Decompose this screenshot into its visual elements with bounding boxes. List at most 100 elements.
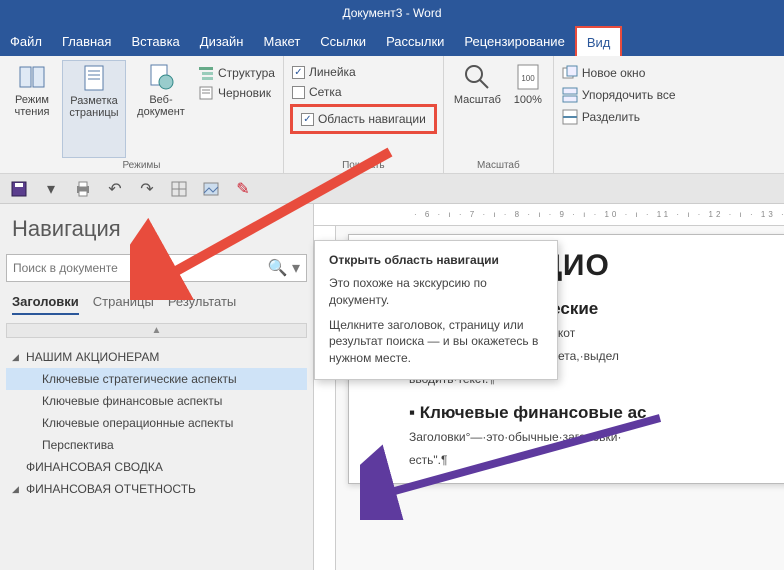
print-icon[interactable] (74, 180, 92, 198)
new-window-button[interactable]: Новое окно (560, 64, 778, 82)
gridlines-label: Сетка (309, 85, 342, 99)
tab-mailings[interactable]: Рассылки (376, 26, 454, 56)
arrange-icon (562, 87, 578, 103)
print-layout-button[interactable]: Разметка страницы (62, 60, 126, 158)
book-icon (17, 62, 47, 92)
outline-item[interactable]: ФИНАНСОВАЯ СВОДКА (6, 456, 307, 478)
arrange-all-label: Упорядочить все (582, 88, 676, 102)
navigation-pane: Навигация 🔍 ▾ Заголовки Страницы Результ… (0, 204, 314, 570)
outline-item-label: Ключевые операционные аспекты (42, 416, 233, 430)
tab-review[interactable]: Рецензирование (454, 26, 574, 56)
checkbox-checked-icon: ✓ (292, 66, 305, 79)
outline-item-label: ФИНАНСОВАЯ СВОДКА (26, 460, 163, 474)
globe-page-icon (146, 62, 176, 92)
search-input-container[interactable]: 🔍 ▾ (6, 254, 307, 282)
ribbon-group-zoom-label: Масштаб (450, 158, 547, 173)
print-layout-label: Разметка страницы (67, 95, 121, 119)
checkbox-checked-icon: ✓ (301, 113, 314, 126)
outline-item[interactable]: ◢ ФИНАНСОВАЯ ОТЧЕТНОСТЬ (6, 478, 307, 500)
read-mode-label: Режим чтения (10, 94, 54, 118)
caret-icon: ◢ (12, 484, 22, 495)
navpane-checkbox[interactable]: ✓ Область навигации (299, 111, 428, 127)
draft-view-button[interactable]: Черновик (196, 84, 277, 102)
nav-tab-headings[interactable]: Заголовки (12, 294, 79, 315)
draft-view-label: Черновик (218, 86, 271, 100)
undo-icon[interactable]: ↶ (106, 180, 124, 198)
draft-icon (198, 85, 214, 101)
tab-layout[interactable]: Макет (253, 26, 310, 56)
ribbon-group-show: ✓ Линейка Сетка ✓ Область навигации Пока… (284, 56, 444, 173)
outline-item[interactable]: ◢НАШИМ АКЦИОНЕРАМ (6, 346, 307, 368)
split-label: Разделить (582, 110, 640, 124)
caret-icon: ◢ (12, 352, 22, 363)
split-icon (562, 109, 578, 125)
window-title: Документ3 - Word (342, 6, 441, 20)
outline-item[interactable]: Ключевые стратегические аспекты (6, 368, 307, 390)
format-painter-icon[interactable]: ✎ (234, 180, 252, 198)
ruler-checkbox[interactable]: ✓ Линейка (290, 64, 437, 80)
outline-item[interactable]: Перспектива (6, 434, 307, 456)
search-input[interactable] (13, 261, 268, 275)
navpane-label: Область навигации (318, 112, 426, 126)
nav-tab-pages[interactable]: Страницы (93, 294, 154, 315)
nav-tab-results[interactable]: Результаты (168, 294, 236, 315)
ribbon-group-modes-label: Режимы (6, 158, 277, 173)
tooltip-title: Открыть область навигации (329, 253, 543, 267)
work-area: Навигация 🔍 ▾ Заголовки Страницы Результ… (0, 204, 784, 570)
horizontal-ruler[interactable]: · 6 · ı · 7 · ı · 8 · ı · 9 · ı · 10 · ı… (314, 204, 784, 226)
table-icon[interactable] (170, 180, 188, 198)
web-layout-button[interactable]: Веб-документ (130, 60, 192, 158)
outline-item[interactable]: Ключевые операционные аспекты (6, 412, 307, 434)
zoom-button[interactable]: Масштаб (450, 60, 505, 158)
web-layout-label: Веб-документ (134, 94, 188, 118)
tab-insert[interactable]: Вставка (121, 26, 189, 56)
magnifier-icon (462, 62, 492, 92)
page-100-icon: 100 (513, 62, 543, 92)
zoom-100-label: 100% (514, 94, 542, 106)
gridlines-checkbox[interactable]: Сетка (290, 84, 437, 100)
outline-item[interactable]: Ключевые финансовые аспекты (6, 390, 307, 412)
image-icon[interactable] (202, 180, 220, 198)
outline-icon (198, 65, 214, 81)
tab-file[interactable]: Файл (0, 26, 52, 56)
tab-references[interactable]: Ссылки (310, 26, 376, 56)
outline-item-label: Ключевые стратегические аспекты (42, 372, 237, 386)
outline-tree: ◢НАШИМ АКЦИОНЕРАМ Ключевые стратегические… (6, 346, 307, 500)
doc-para-5: есть".¶ (409, 452, 784, 469)
zoom-100-button[interactable]: 100 100% (509, 60, 547, 158)
outline-item-label: ФИНАНСОВАЯ ОТЧЕТНОСТЬ (26, 482, 196, 496)
search-icon[interactable]: 🔍 ▾ (268, 258, 300, 278)
new-window-label: Новое окно (582, 66, 646, 80)
zoom-label: Масштаб (454, 94, 501, 106)
tab-home[interactable]: Главная (52, 26, 121, 56)
split-button[interactable]: Разделить (560, 108, 778, 126)
outline-item-label: Перспектива (42, 438, 114, 452)
quick-access-toolbar: ▾ ↶ ↷ ✎ (0, 174, 784, 204)
new-window-icon (562, 65, 578, 81)
tab-design[interactable]: Дизайн (190, 26, 254, 56)
ribbon-group-modes: Режим чтения Разметка страницы Веб-докум… (0, 56, 284, 173)
read-mode-button[interactable]: Режим чтения (6, 60, 58, 158)
redo-icon[interactable]: ↷ (138, 180, 156, 198)
ribbon-tabs: Файл Главная Вставка Дизайн Макет Ссылки… (0, 26, 784, 56)
collapse-all-button[interactable]: ▲ (6, 323, 307, 338)
outline-item-label: Ключевые финансовые аспекты (42, 394, 222, 408)
navpane-tooltip: Открыть область навигации Это похоже на … (314, 240, 558, 380)
dropdown-icon[interactable]: ▾ (42, 180, 60, 198)
svg-text:100: 100 (521, 74, 535, 83)
navigation-tabs: Заголовки Страницы Результаты (6, 290, 307, 315)
doc-para-4: Заголовки°—·это·обычные·заголовки· (409, 429, 784, 446)
ruler-label: Линейка (309, 65, 356, 79)
page-icon (79, 63, 109, 93)
outline-view-label: Структура (218, 66, 275, 80)
arrange-all-button[interactable]: Упорядочить все (560, 86, 778, 104)
tooltip-p2: Щелкните заголовок, страницу или результ… (329, 317, 543, 367)
doc-heading-2b: Ключевые финансовые ас (409, 403, 784, 423)
outline-view-button[interactable]: Структура (196, 64, 277, 82)
ribbon-group-zoom: Масштаб 100 100% Масштаб (444, 56, 554, 173)
ribbon-group-show-label: Показать (290, 158, 437, 173)
navigation-title: Навигация (6, 212, 307, 246)
tooltip-p1: Это похоже на экскурсию по документу. (329, 275, 543, 309)
tab-view[interactable]: Вид (575, 26, 623, 56)
save-icon[interactable] (10, 180, 28, 198)
